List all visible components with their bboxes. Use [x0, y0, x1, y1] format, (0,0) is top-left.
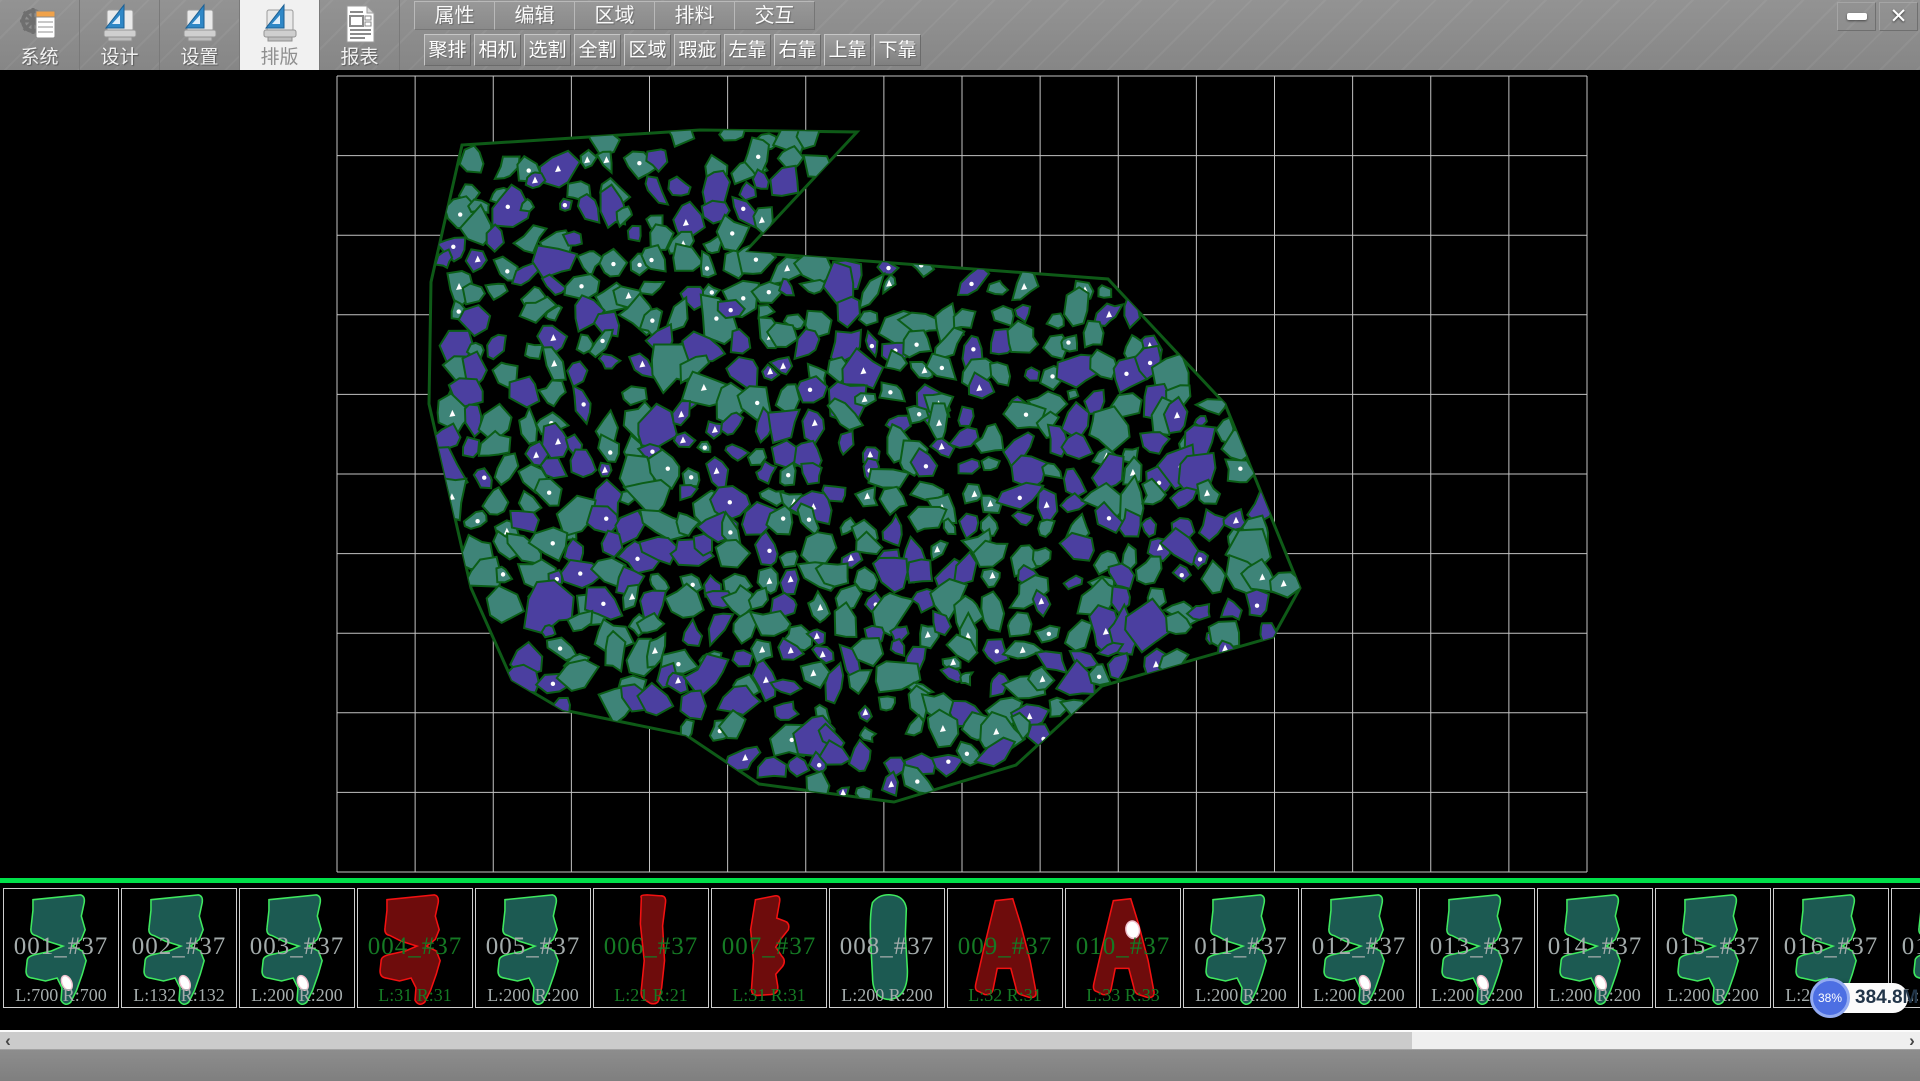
ribbon-tab-3[interactable]: 设置 — [160, 0, 240, 70]
piece-id-label: 009_#37 — [948, 933, 1062, 961]
piece-lr-count-label: L:700 R:700 — [4, 985, 118, 1006]
piece-id-label: 004_#37 — [358, 933, 472, 961]
tool-button-6[interactable]: 瑕疵 — [674, 34, 721, 66]
piece-id-label: 006_#37 — [594, 933, 708, 961]
usage-percent-indicator: 38% — [1810, 978, 1850, 1018]
piece-lr-count-label: L:200 R:200 — [1420, 985, 1534, 1006]
ribbon-tab-label: 设计 — [80, 42, 159, 69]
application-window: 系统设计设置排版报表 属性编辑区域排料交互 聚排相机选割全割区域瑕疵左靠右靠上靠… — [0, 0, 1920, 1080]
piece-lr-count-label: L:31 R:31 — [712, 985, 826, 1006]
scroll-right-arrow-icon[interactable]: › — [1904, 1032, 1920, 1049]
status-bar — [0, 1049, 1920, 1081]
piece-thumbnail-strip: 001_#37L:700 R:700002_#37L:132 R:132003_… — [0, 888, 1920, 1010]
scroll-left-arrow-icon[interactable]: ‹ — [0, 1032, 16, 1049]
memory-usage-badge[interactable]: 38% 384.8M — [1811, 983, 1908, 1013]
nesting-canvas[interactable] — [0, 70, 1920, 1030]
piece-thumbnail-010_#37[interactable]: 010_#37 L:33 R:33 — [1065, 888, 1181, 1008]
menu-item-3[interactable]: 区域 — [574, 1, 655, 30]
piece-lr-count-label: L:33 R:33 — [1066, 985, 1180, 1006]
close-button[interactable]: ✕ — [1879, 2, 1918, 31]
tool-button-5[interactable]: 区域 — [624, 34, 671, 66]
tool-button-3[interactable]: 选割 — [524, 34, 571, 66]
menu-item-5[interactable]: 交互 — [734, 1, 815, 30]
memory-value: 384.8M — [1855, 983, 1918, 1013]
piece-id-label: 005_#37 — [476, 933, 590, 961]
piece-lr-count-label: L:200 R:200 — [1184, 985, 1298, 1006]
piece-thumbnail-004_#37[interactable]: 004_#37 L:31 R:31 — [357, 888, 473, 1008]
piece-thumbnail-005_#37[interactable]: 005_#37 L:200 R:200 — [475, 888, 591, 1008]
ribbon-tab-1[interactable]: 系统 — [0, 0, 80, 70]
piece-id-label: 008_#37 — [830, 933, 944, 961]
piece-lr-count-label: L:200 R:200 — [1538, 985, 1652, 1006]
menu-bar: 属性编辑区域排料交互 — [414, 1, 814, 30]
scrollbar-thumb[interactable] — [16, 1032, 1412, 1049]
nesting-layout-drawing — [0, 70, 1920, 1030]
piece-thumbnail-001_#37[interactable]: 001_#37 L:700 R:700 — [3, 888, 119, 1008]
horizontal-scrollbar[interactable]: ‹ › — [0, 1030, 1920, 1049]
piece-lr-count-label: L:32 R:31 — [948, 985, 1062, 1006]
piece-id-label: 012_#37 — [1302, 933, 1416, 961]
piece-lr-count-label: L:200 R:200 — [1656, 985, 1770, 1006]
close-icon: ✕ — [1890, 4, 1908, 29]
piece-thumbnail-015_#37[interactable]: 015_#37 L:200 R:200 — [1655, 888, 1771, 1008]
piece-thumbnail-013_#37[interactable]: 013_#37 L:200 R:200 — [1419, 888, 1535, 1008]
tool-button-8[interactable]: 右靠 — [774, 34, 821, 66]
piece-thumbnail-009_#37[interactable]: 009_#37 L:32 R:31 — [947, 888, 1063, 1008]
menu-item-1[interactable]: 属性 — [414, 1, 495, 30]
piece-thumbnail-014_#37[interactable]: 014_#37 L:200 R:200 — [1537, 888, 1653, 1008]
tool-button-row: 聚排相机选割全割区域瑕疵左靠右靠上靠下靠 — [424, 34, 921, 66]
piece-id-label: 007_#37 — [712, 933, 826, 961]
piece-thumbnail-012_#37[interactable]: 012_#37 L:200 R:200 — [1301, 888, 1417, 1008]
minimize-icon — [1847, 13, 1867, 20]
tool-button-2[interactable]: 相机 — [474, 34, 521, 66]
piece-thumbnail-002_#37[interactable]: 002_#37 L:132 R:132 — [121, 888, 237, 1008]
piece-thumbnail-003_#37[interactable]: 003_#37 L:200 R:200 — [239, 888, 355, 1008]
strip-separator — [0, 878, 1920, 883]
tool-button-1[interactable]: 聚排 — [424, 34, 471, 66]
piece-id-label: 011_#37 — [1184, 933, 1298, 961]
ribbon-tab-label: 排版 — [240, 42, 319, 69]
piece-lr-count-label: L:200 R:200 — [830, 985, 944, 1006]
piece-id-label: 003_#37 — [240, 933, 354, 961]
tool-button-9[interactable]: 上靠 — [824, 34, 871, 66]
piece-id-label: 015_#37 — [1656, 933, 1770, 961]
piece-id-label: 016_#37 — [1774, 933, 1888, 961]
piece-lr-count-label: L:200 R:200 — [240, 985, 354, 1006]
main-toolbar: 系统设计设置排版报表 属性编辑区域排料交互 聚排相机选割全割区域瑕疵左靠右靠上靠… — [0, 0, 1920, 71]
menu-item-4[interactable]: 排料 — [654, 1, 735, 30]
piece-thumbnail-007_#37[interactable]: 007_#37 L:31 R:31 — [711, 888, 827, 1008]
piece-thumbnail-006_#37[interactable]: 006_#37 L:21 R:21 — [593, 888, 709, 1008]
tool-button-4[interactable]: 全割 — [574, 34, 621, 66]
piece-thumbnail-008_#37[interactable]: 008_#37 L:200 R:200 — [829, 888, 945, 1008]
ribbon-tab-2[interactable]: 设计 — [80, 0, 160, 70]
piece-id-label: 013_#37 — [1420, 933, 1534, 961]
piece-id-label: 010_#37 — [1066, 933, 1180, 961]
tool-button-7[interactable]: 左靠 — [724, 34, 771, 66]
piece-lr-count-label: L:31 R:31 — [358, 985, 472, 1006]
ribbon-tab-label: 系统 — [0, 42, 79, 69]
piece-id-label: 001_#37 — [4, 933, 118, 961]
minimize-button[interactable] — [1837, 2, 1876, 31]
ribbon-tab-5[interactable]: 报表 — [320, 0, 400, 70]
ribbon-tab-label: 设置 — [160, 42, 239, 69]
window-controls: ✕ — [1837, 2, 1918, 31]
piece-lr-count-label: L:200 R:200 — [476, 985, 590, 1006]
menu-item-2[interactable]: 编辑 — [494, 1, 575, 30]
piece-thumbnail-011_#37[interactable]: 011_#37 L:200 R:200 — [1183, 888, 1299, 1008]
piece-id-label: 017_#37 — [1892, 933, 1920, 961]
piece-id-label: 002_#37 — [122, 933, 236, 961]
piece-id-label: 014_#37 — [1538, 933, 1652, 961]
ribbon-tabs: 系统设计设置排版报表 — [0, 0, 400, 70]
piece-lr-count-label: L:200 R:200 — [1302, 985, 1416, 1006]
piece-lr-count-label: L:21 R:21 — [594, 985, 708, 1006]
piece-lr-count-label: L:132 R:132 — [122, 985, 236, 1006]
ribbon-tab-4[interactable]: 排版 — [240, 0, 320, 70]
tool-button-10[interactable]: 下靠 — [874, 34, 921, 66]
ribbon-tab-label: 报表 — [320, 42, 399, 69]
